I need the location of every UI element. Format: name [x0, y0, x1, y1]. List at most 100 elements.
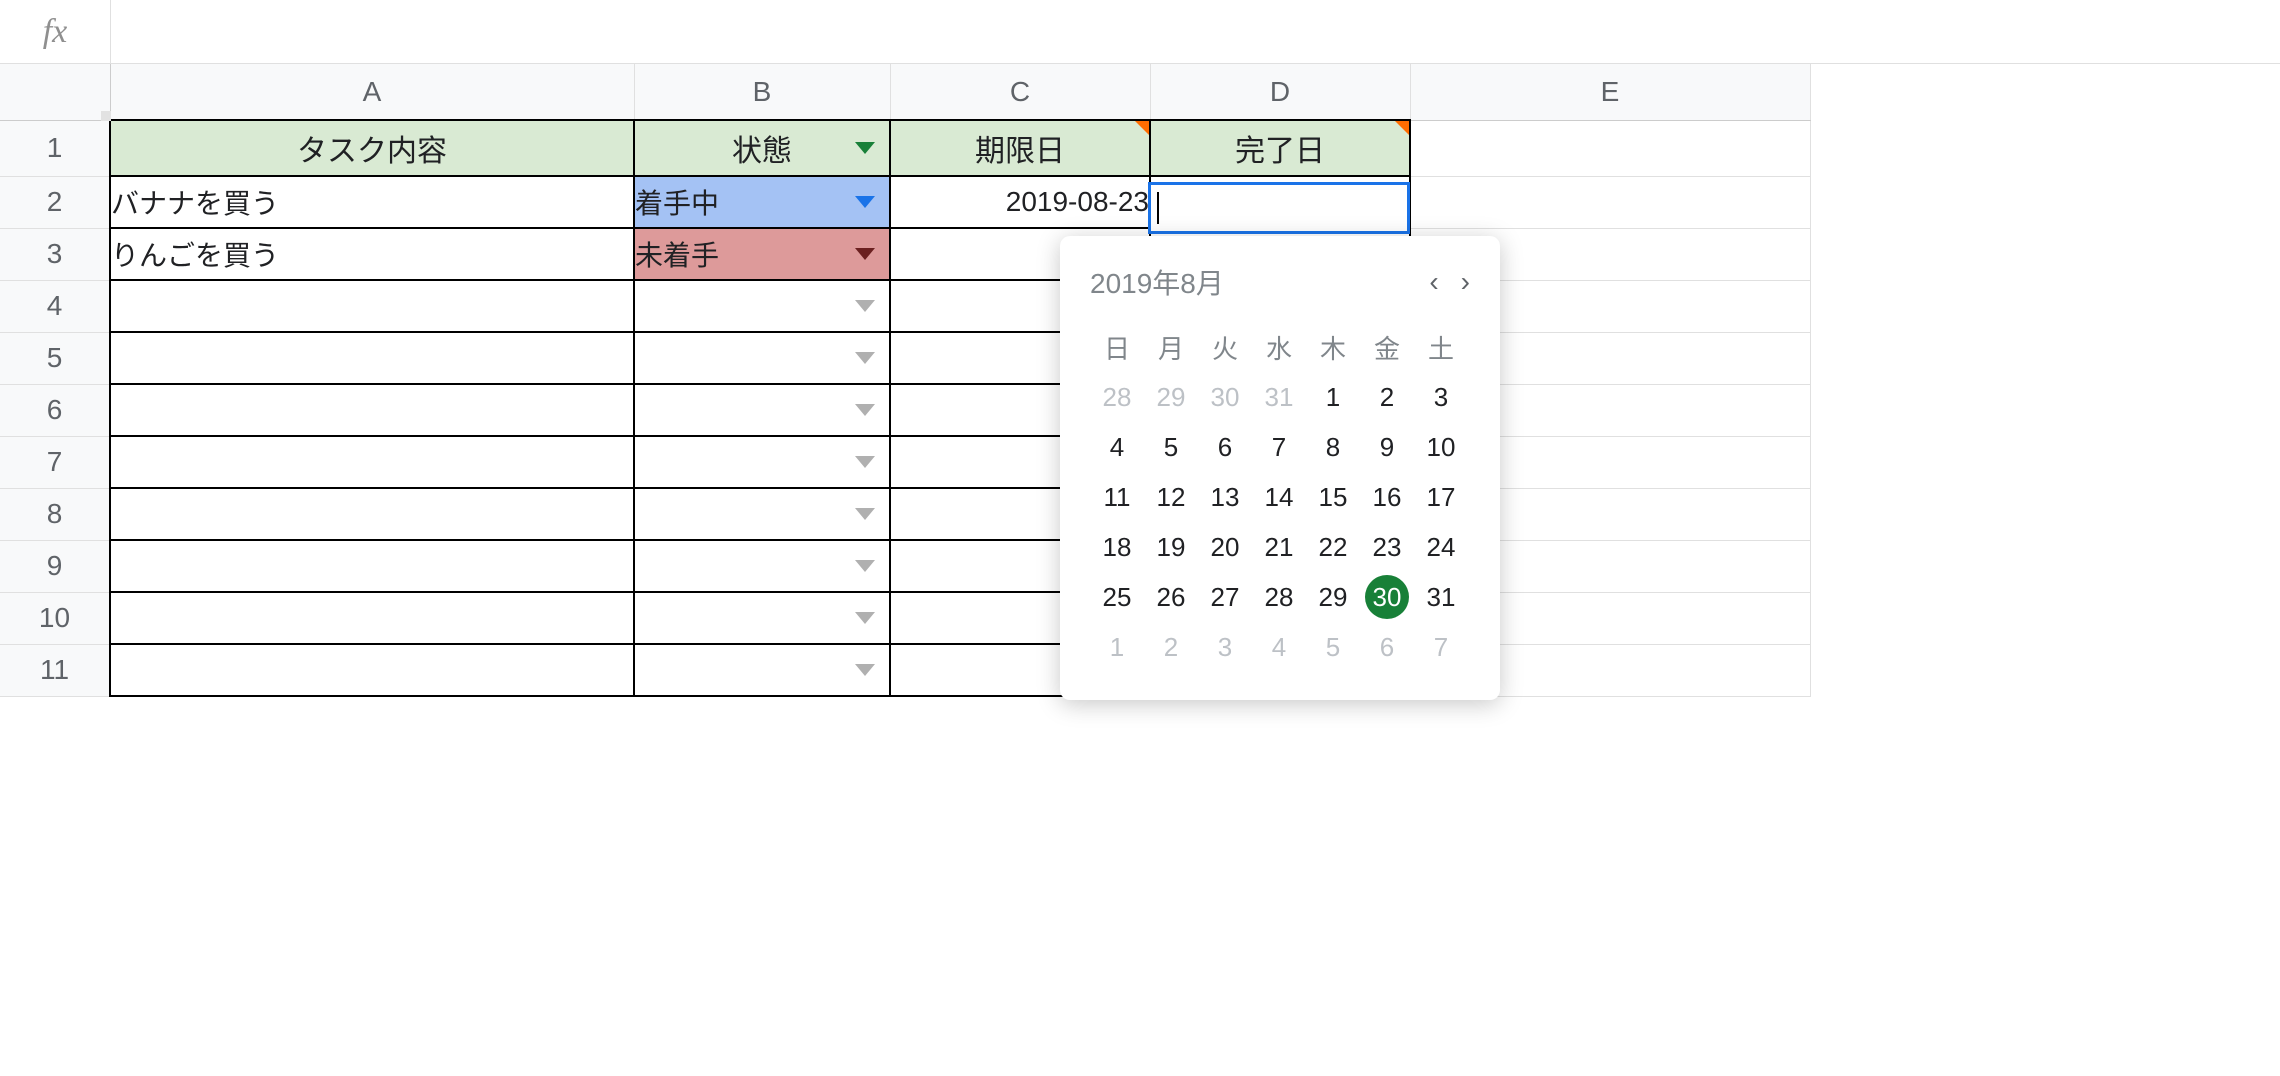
- row-header-9[interactable]: 9: [0, 540, 110, 592]
- date-picker-day[interactable]: 10: [1419, 425, 1463, 469]
- date-picker-day[interactable]: 5: [1311, 625, 1355, 669]
- date-picker-day[interactable]: 25: [1095, 575, 1139, 619]
- date-picker-day[interactable]: 28: [1257, 575, 1301, 619]
- date-picker-day[interactable]: 30: [1365, 575, 1409, 619]
- date-picker-day[interactable]: 6: [1365, 625, 1409, 669]
- cell-task[interactable]: バナナを買う: [110, 176, 634, 228]
- date-picker-day[interactable]: 2: [1149, 625, 1193, 669]
- cell-E2[interactable]: [1410, 176, 1810, 228]
- date-picker-day[interactable]: 13: [1203, 475, 1247, 519]
- date-picker-day[interactable]: 19: [1149, 525, 1193, 569]
- date-picker-day[interactable]: 7: [1419, 625, 1463, 669]
- date-picker-day[interactable]: 31: [1419, 575, 1463, 619]
- cell-status-empty[interactable]: [634, 644, 890, 696]
- column-header-A[interactable]: A: [110, 64, 634, 120]
- date-picker-day[interactable]: 15: [1311, 475, 1355, 519]
- chevron-down-icon[interactable]: [855, 508, 875, 520]
- chevron-down-icon[interactable]: [855, 142, 875, 154]
- date-picker-day[interactable]: 6: [1203, 425, 1247, 469]
- date-picker-day[interactable]: 20: [1203, 525, 1247, 569]
- chevron-down-icon[interactable]: [855, 196, 875, 208]
- chevron-down-icon[interactable]: [855, 300, 875, 312]
- date-picker-day[interactable]: 3: [1419, 375, 1463, 419]
- date-picker-day[interactable]: 1: [1311, 375, 1355, 419]
- cell-status-empty[interactable]: [634, 332, 890, 384]
- chevron-down-icon[interactable]: [855, 664, 875, 676]
- row-header-10[interactable]: 10: [0, 592, 110, 644]
- cell-status-empty[interactable]: [634, 540, 890, 592]
- header-cell-deadline[interactable]: 期限日: [890, 120, 1150, 176]
- date-picker-day[interactable]: 8: [1311, 425, 1355, 469]
- chevron-down-icon[interactable]: [855, 352, 875, 364]
- row-header-4[interactable]: 4: [0, 280, 110, 332]
- date-picker-day[interactable]: 22: [1311, 525, 1355, 569]
- date-picker-day[interactable]: 18: [1095, 525, 1139, 569]
- date-picker-day[interactable]: 23: [1365, 525, 1409, 569]
- next-month-button[interactable]: ›: [1461, 266, 1470, 298]
- date-picker-day[interactable]: 17: [1419, 475, 1463, 519]
- chevron-down-icon[interactable]: [855, 456, 875, 468]
- date-picker-day[interactable]: 16: [1365, 475, 1409, 519]
- cell-empty[interactable]: [110, 592, 634, 644]
- cell-status-empty[interactable]: [634, 436, 890, 488]
- cell-empty[interactable]: [110, 644, 634, 696]
- column-header-B[interactable]: B: [634, 64, 890, 120]
- date-picker-day[interactable]: 4: [1257, 625, 1301, 669]
- header-cell-done[interactable]: 完了日: [1150, 120, 1410, 176]
- date-picker-day[interactable]: 31: [1257, 375, 1301, 419]
- cell-status-empty[interactable]: [634, 384, 890, 436]
- cell-status-empty[interactable]: [634, 488, 890, 540]
- header-cell-status[interactable]: 状態: [634, 120, 890, 176]
- formula-input[interactable]: [110, 0, 2280, 63]
- date-picker-day[interactable]: 12: [1149, 475, 1193, 519]
- date-picker-day[interactable]: 26: [1149, 575, 1193, 619]
- date-picker-day[interactable]: 29: [1149, 375, 1193, 419]
- date-picker-day[interactable]: 24: [1419, 525, 1463, 569]
- row-header-6[interactable]: 6: [0, 384, 110, 436]
- row-header-11[interactable]: 11: [0, 644, 110, 696]
- row-header-1[interactable]: 1: [0, 120, 110, 176]
- cell-status[interactable]: 未着手: [634, 228, 890, 280]
- date-picker-day[interactable]: 9: [1365, 425, 1409, 469]
- date-picker-day[interactable]: 28: [1095, 375, 1139, 419]
- cell-empty[interactable]: [110, 436, 634, 488]
- column-header-C[interactable]: C: [890, 64, 1150, 120]
- date-picker-day[interactable]: 1: [1095, 625, 1139, 669]
- date-picker-day[interactable]: 21: [1257, 525, 1301, 569]
- row-header-7[interactable]: 7: [0, 436, 110, 488]
- chevron-down-icon[interactable]: [855, 560, 875, 572]
- active-cell-editor[interactable]: [1148, 182, 1410, 234]
- select-all-corner[interactable]: [0, 64, 110, 120]
- date-picker-day[interactable]: 7: [1257, 425, 1301, 469]
- row-header-2[interactable]: 2: [0, 176, 110, 228]
- cell-status[interactable]: 着手中: [634, 176, 890, 228]
- header-cell-task[interactable]: タスク内容: [110, 120, 634, 176]
- row-header-5[interactable]: 5: [0, 332, 110, 384]
- cell-empty[interactable]: [110, 384, 634, 436]
- date-picker-day[interactable]: 29: [1311, 575, 1355, 619]
- cell-deadline[interactable]: 2019-08-23: [890, 176, 1150, 228]
- cell-empty[interactable]: [110, 540, 634, 592]
- row-header-3[interactable]: 3: [0, 228, 110, 280]
- column-header-D[interactable]: D: [1150, 64, 1410, 120]
- chevron-down-icon[interactable]: [855, 404, 875, 416]
- date-picker-day[interactable]: 5: [1149, 425, 1193, 469]
- chevron-down-icon[interactable]: [855, 248, 875, 260]
- cell-E1[interactable]: [1410, 120, 1810, 176]
- date-picker-day[interactable]: 4: [1095, 425, 1139, 469]
- cell-empty[interactable]: [110, 280, 634, 332]
- spreadsheet-grid[interactable]: A B C D E 1 タスク内容 状態 期限日 完了日: [0, 64, 1811, 697]
- date-picker-day[interactable]: 14: [1257, 475, 1301, 519]
- date-picker-day[interactable]: 3: [1203, 625, 1247, 669]
- cell-empty[interactable]: [110, 332, 634, 384]
- prev-month-button[interactable]: ‹: [1429, 266, 1438, 298]
- cell-status-empty[interactable]: [634, 280, 890, 332]
- cell-task[interactable]: りんごを買う: [110, 228, 634, 280]
- date-picker-day[interactable]: 2: [1365, 375, 1409, 419]
- date-picker-day[interactable]: 11: [1095, 475, 1139, 519]
- cell-empty[interactable]: [110, 488, 634, 540]
- cell-status-empty[interactable]: [634, 592, 890, 644]
- row-header-8[interactable]: 8: [0, 488, 110, 540]
- date-picker-day[interactable]: 30: [1203, 375, 1247, 419]
- date-picker-day[interactable]: 27: [1203, 575, 1247, 619]
